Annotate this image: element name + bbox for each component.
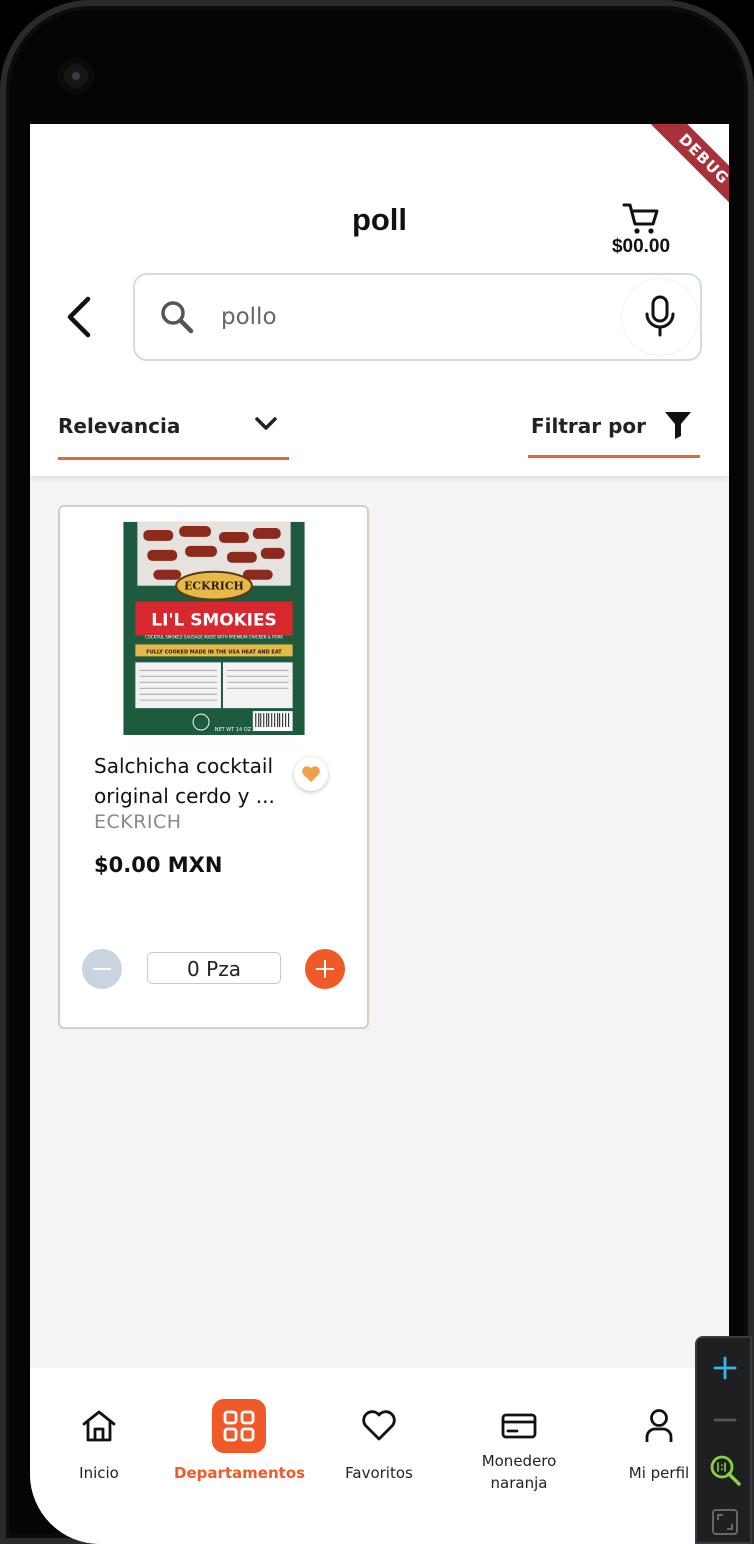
filter-icon [665, 412, 691, 439]
product-banner-text: LI'L SMOKIES [151, 610, 276, 630]
nav-label-monedero-naranja: Monedero naranja [481, 1452, 557, 1492]
search-icon [161, 301, 194, 334]
product-name[interactable]: Salchicha cocktail original cerdo y ... [94, 751, 294, 811]
product-name-line-2: original cerdo y ... [94, 784, 275, 808]
actual-size-zoom-icon[interactable] [707, 1452, 743, 1488]
card-icon [501, 1413, 537, 1439]
bottom-navigation: Inicio Departamentos Favoritos Monedero … [30, 1368, 729, 1544]
product-subtitle-text: COCKTAIL SMOKED SAUSAGE MADE WITH PREMIU… [145, 634, 283, 639]
fit-screen-icon[interactable] [707, 1504, 743, 1540]
nav-item-favoritos[interactable]: Favoritos [314, 1398, 444, 1484]
microphone-icon [645, 295, 675, 337]
favorite-button[interactable] [294, 757, 328, 791]
quantity-field[interactable]: 0 Pza [147, 952, 281, 984]
nav-item-inicio[interactable]: Inicio [34, 1398, 164, 1484]
nav-label-inicio: Inicio [79, 1464, 119, 1482]
app-screen: DEBUG poll $00.00 pollo Relevancia Filtr… [30, 124, 729, 1544]
chevron-left-icon [67, 296, 91, 338]
chevron-down-icon [255, 417, 277, 430]
sort-label: Relevancia [58, 414, 181, 438]
person-icon [645, 1409, 673, 1442]
voice-search-button[interactable] [622, 279, 698, 355]
heart-outline-icon [362, 1410, 396, 1441]
filter-label: Filtrar por [531, 414, 647, 438]
product-logo-text: ECKRICH [184, 580, 244, 593]
product-name-line-1: Salchicha cocktail [94, 754, 274, 778]
emulator-zoom-panel [695, 1336, 752, 1544]
nav-item-monedero-naranja[interactable]: Monedero naranja [454, 1398, 584, 1494]
increase-quantity-button[interactable] [305, 949, 345, 989]
home-icon [82, 1410, 116, 1442]
nav-item-departamentos[interactable]: Departamentos [174, 1398, 306, 1484]
app-header: DEBUG poll $00.00 pollo Relevancia Filtr… [30, 124, 729, 476]
nav-label-departamentos: Departamentos [174, 1464, 306, 1482]
product-price: $0.00 MXN [94, 853, 223, 877]
front-camera [58, 58, 94, 94]
search-bar[interactable] [133, 273, 702, 361]
decrease-quantity-button[interactable] [82, 949, 122, 989]
zoom-out-icon[interactable] [707, 1402, 743, 1438]
product-card[interactable]: ECKRICH LI'L SMOKIES COCKTAIL SMOKED SAU… [58, 505, 369, 1029]
product-strip-text: FULLY COOKED MADE IN THE USA HEAT AND EA… [146, 649, 282, 655]
cart-total: $00.00 [611, 236, 671, 257]
grid-icon [223, 1410, 255, 1442]
zoom-in-icon[interactable] [707, 1350, 743, 1386]
heart-icon [302, 766, 320, 782]
search-input[interactable] [221, 295, 601, 339]
product-brand: ECKRICH [94, 811, 182, 833]
cart-icon [622, 203, 659, 234]
cart-button[interactable]: $00.00 [606, 202, 676, 262]
product-image[interactable]: ECKRICH LI'L SMOKIES COCKTAIL SMOKED SAU… [123, 521, 305, 735]
nav-label-favoritos: Favoritos [345, 1464, 413, 1482]
sort-dropdown[interactable]: Relevancia [58, 400, 289, 460]
back-button[interactable] [60, 294, 100, 340]
product-weight-text: NET WT 14 OZ [215, 727, 252, 733]
filter-button[interactable]: Filtrar por [528, 400, 700, 458]
